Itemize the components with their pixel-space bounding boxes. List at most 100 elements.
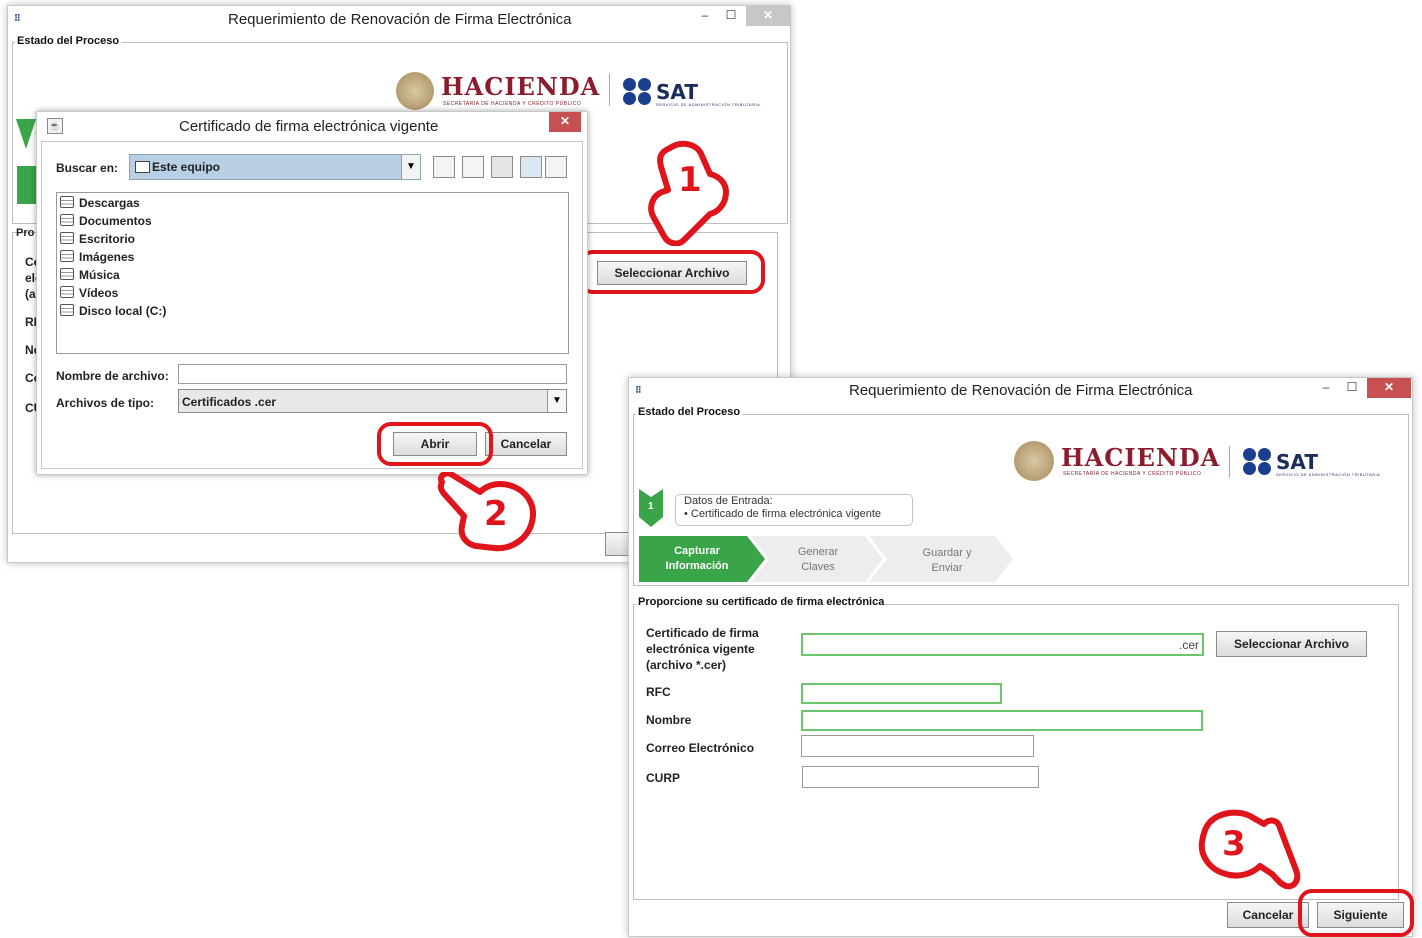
- step-number: 1: [648, 501, 654, 512]
- callout-number-2: 2: [484, 494, 508, 534]
- filetype-select[interactable]: Certificados .cer ▼: [178, 389, 567, 413]
- close-button[interactable]: ✕: [746, 6, 790, 26]
- email-label: Correo Electrónico: [646, 741, 755, 755]
- home-icon[interactable]: [462, 156, 484, 178]
- list-view-icon[interactable]: [520, 156, 542, 178]
- cert-label: Certificado de firma electrónica vigente…: [646, 626, 759, 672]
- new-folder-icon[interactable]: [491, 156, 513, 178]
- minimize-button[interactable]: –: [1315, 378, 1337, 398]
- list-item[interactable]: Disco local (C:): [60, 304, 166, 318]
- details-view-icon[interactable]: [545, 156, 567, 178]
- maximize-button[interactable]: ☐: [1341, 378, 1363, 398]
- app-icon: ⠿: [14, 13, 21, 23]
- drive-icon: [60, 250, 74, 262]
- front-section-label: Estado del Proceso: [636, 406, 743, 418]
- list-item[interactable]: Descargas: [60, 196, 140, 210]
- dialog-close-button[interactable]: ✕: [549, 112, 581, 132]
- maximize-button[interactable]: ☐: [720, 6, 742, 26]
- cancel-button[interactable]: Cancelar: [1227, 902, 1309, 928]
- close-button[interactable]: ✕: [1367, 378, 1411, 398]
- hacienda-seal-icon: [1014, 441, 1054, 481]
- list-item-label: Documentos: [79, 214, 152, 228]
- logo-divider: [609, 74, 610, 106]
- step-badge-icon: [16, 119, 36, 149]
- file-dialog: ☕ Certificado de firma electrónica vigen…: [36, 111, 588, 475]
- input-data-box: Datos de Entrada: • Certificado de firma…: [675, 494, 913, 526]
- sat-logo-sub: SERVICIO DE ADMINISTRACIÓN TRIBUTARIA: [1276, 472, 1381, 477]
- minimize-button[interactable]: –: [694, 6, 716, 26]
- cert-suffix: .cer: [1178, 638, 1199, 652]
- back-titlebar: ⠿ Requerimiento de Renovación de Firma E…: [8, 6, 790, 34]
- chevron-down-icon[interactable]: ▼: [547, 390, 566, 412]
- step-label-capture: Capturar Información: [665, 545, 729, 572]
- highlight-ring-2: [377, 422, 493, 466]
- drive-icon: [60, 214, 74, 226]
- back-section-label: Estado del Proceso: [15, 35, 122, 47]
- sat-logo: SAT: [1276, 450, 1318, 474]
- java-icon: ☕: [47, 118, 63, 134]
- rfc-input[interactable]: [801, 683, 1002, 704]
- chevron-down-icon[interactable]: ▼: [401, 155, 420, 179]
- drive-icon: [60, 196, 74, 208]
- highlight-ring-1: [579, 250, 765, 294]
- drive-icon: [60, 304, 74, 316]
- select-file-button[interactable]: Seleccionar Archivo: [1216, 631, 1367, 657]
- app-icon: ⠿: [635, 385, 642, 395]
- filename-label: Nombre de archivo:: [56, 369, 169, 383]
- dialog-title: Certificado de firma electrónica vigente: [179, 118, 439, 135]
- list-item[interactable]: Documentos: [60, 214, 152, 228]
- curp-input[interactable]: [802, 766, 1039, 788]
- logo-divider: [1229, 446, 1230, 478]
- hacienda-logo-sub: SECRETARÍA DE HACIENDA Y CRÉDITO PÚBLICO: [1063, 471, 1202, 477]
- step-badge-icon: 1: [639, 489, 663, 527]
- name-input[interactable]: [801, 710, 1203, 731]
- list-item[interactable]: Escritorio: [60, 232, 135, 246]
- hacienda-seal-icon: [396, 72, 434, 110]
- list-item-label: Música: [79, 268, 120, 282]
- folder-icon: [135, 161, 150, 173]
- list-item[interactable]: Imágenes: [60, 250, 134, 264]
- drive-icon: [60, 286, 74, 298]
- form-section-label: Proporcione su certificado de firma elec…: [636, 596, 887, 608]
- back-window-title: Requerimiento de Renovación de Firma Ele…: [228, 11, 572, 28]
- list-item[interactable]: Música: [60, 268, 120, 282]
- back-cancel-partial-button[interactable]: [605, 532, 629, 556]
- hacienda-logo: HACIENDA: [441, 72, 601, 101]
- look-in-combo[interactable]: Este equipo ▼: [129, 154, 421, 180]
- callout-number-3: 3: [1222, 824, 1246, 864]
- email-input[interactable]: [801, 735, 1034, 757]
- pointing-hand-icon-2: 2: [436, 470, 540, 554]
- list-item-label: Imágenes: [79, 250, 135, 264]
- drive-icon: [60, 268, 74, 280]
- list-item-label: Vídeos: [79, 286, 119, 300]
- cert-input[interactable]: .cer: [801, 633, 1204, 656]
- curp-label: CURP: [646, 771, 681, 785]
- rfc-label: RFC: [646, 685, 671, 699]
- dialog-titlebar: ☕ Certificado de firma electrónica vigen…: [37, 112, 587, 140]
- sat-logo-sub: SERVICIO DE ADMINISTRACIÓN TRIBUTARIA: [656, 102, 761, 107]
- list-item-label: Escritorio: [79, 232, 136, 246]
- filename-input[interactable]: [178, 364, 567, 384]
- pointing-hand-icon-3: 3: [1198, 808, 1304, 890]
- list-item-label: Disco local (C:): [79, 304, 167, 318]
- list-item-label: Descargas: [79, 196, 140, 210]
- hacienda-logo: HACIENDA: [1061, 443, 1221, 472]
- drive-icon: [60, 232, 74, 244]
- dialog-cancel-button[interactable]: Cancelar: [485, 432, 567, 456]
- look-in-label: Buscar en:: [56, 161, 119, 175]
- hacienda-logo-sub: SECRETARÍA DE HACIENDA Y CRÉDITO PÚBLICO: [443, 101, 582, 107]
- step-label-generate: Generar Claves: [797, 546, 839, 573]
- front-window-title: Requerimiento de Renovación de Firma Ele…: [849, 382, 1193, 399]
- input-box-title: Datos de Entrada:: [684, 495, 773, 507]
- up-folder-icon[interactable]: [433, 156, 455, 178]
- name-label: Nombre: [646, 713, 692, 727]
- list-item[interactable]: Vídeos: [60, 286, 118, 300]
- step-label-save: Guardar y Enviar: [922, 547, 972, 574]
- input-box-item: • Certificado de firma electrónica vigen…: [684, 508, 882, 520]
- sat-logo: SAT: [656, 80, 698, 104]
- look-in-value: Este equipo: [152, 160, 221, 174]
- back-partial-label-0: Pro: [16, 227, 35, 239]
- pointing-hand-icon-1: 1: [640, 140, 736, 247]
- filetype-value: Certificados .cer: [182, 395, 277, 409]
- callout-number-1: 1: [678, 160, 702, 200]
